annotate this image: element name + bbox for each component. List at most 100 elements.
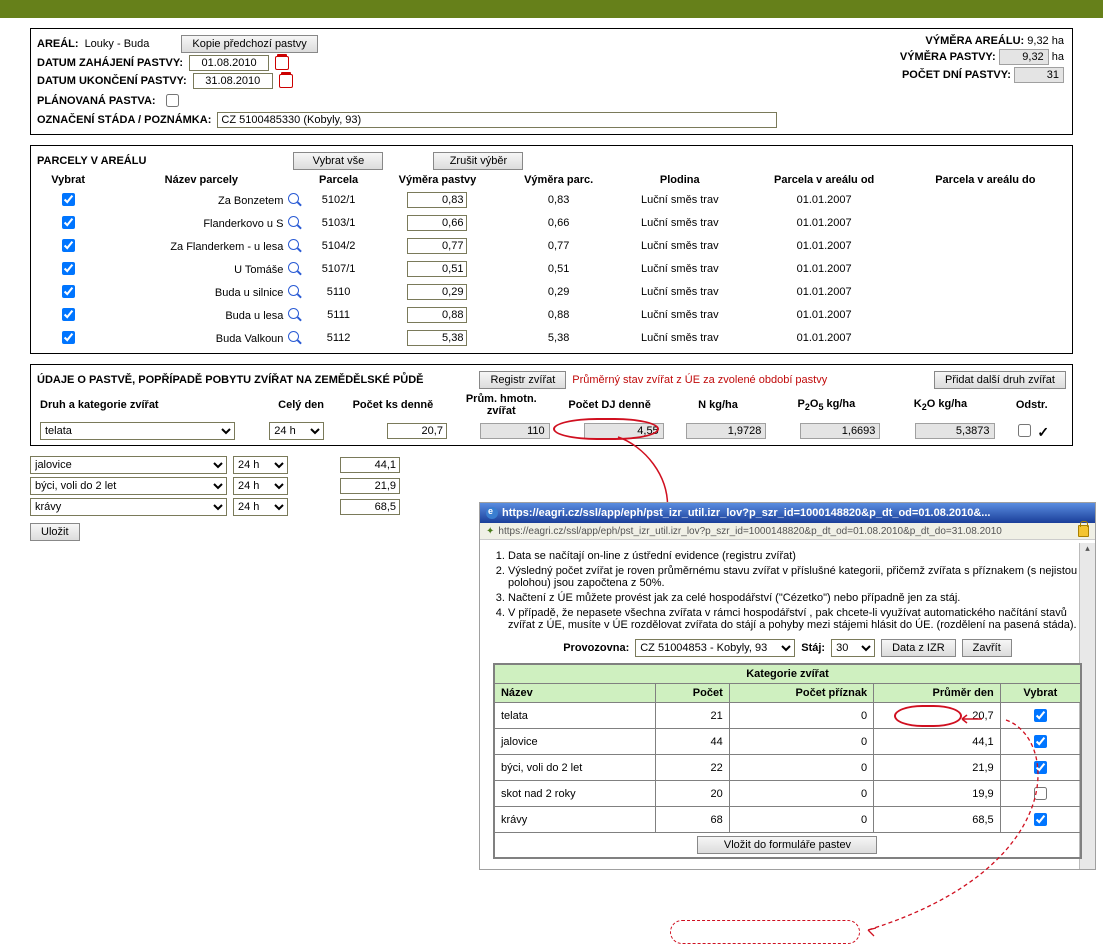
staj-select[interactable]: 30 [831,639,875,657]
zoom-icon[interactable] [288,262,299,273]
close-button[interactable]: Zavřít [962,639,1012,657]
col-vym-parc: Výměra parc. [501,172,616,188]
row-checkbox[interactable] [62,239,75,252]
kat-avg: 68,5 [874,807,1001,833]
dj-value: 4,55 [584,423,664,439]
select-all-button[interactable]: Vybrat vše [293,152,383,170]
zoom-icon[interactable] [288,285,299,296]
animal-row: býci, voli do 2 let 24 h [30,477,1073,495]
parcel-name: U Tomáše [234,264,283,276]
days-label: POČET DNÍ PASTVY: [902,69,1011,81]
count-input[interactable] [340,478,400,494]
col-vybrat: Vybrat [37,172,99,188]
parcel-number: 5102/1 [303,188,373,211]
col-p: P2O5 kg/ha [769,391,883,419]
col-dj: Počet DJ denně [553,391,667,419]
row-checkbox[interactable] [62,262,75,275]
calendar-icon[interactable] [275,56,289,70]
save-button[interactable]: Uložit [30,523,80,541]
zoom-icon[interactable] [288,239,299,250]
row-checkbox[interactable] [62,331,75,344]
parcel-area: 0,77 [501,234,616,257]
remove-checkbox[interactable] [1018,424,1031,437]
clear-selection-button[interactable]: Zrušit výběr [433,152,523,170]
kat-avg: 44,1 [874,729,1001,755]
pasture-area-input[interactable] [407,261,467,277]
kat-count: 22 [656,755,729,781]
prov-label: Provozovna: [563,642,629,654]
col-odstr: Odstr. [998,391,1067,419]
parcel-name: Buda u silnice [215,287,284,299]
date-start-input[interactable] [189,55,269,71]
kat-name: telata [494,703,656,729]
pasture-area-input[interactable] [407,215,467,231]
prov-select[interactable]: CZ 51004853 - Kobyly, 93 [635,639,795,657]
zoom-icon[interactable] [288,216,299,227]
pasture-area-input[interactable] [407,238,467,254]
kategorie-row: býci, voli do 2 let22021,9 [494,755,1081,781]
from-date: 01.01.2007 [744,303,905,326]
col-n: N kg/ha [667,391,770,419]
planned-checkbox[interactable] [166,94,179,107]
species-select[interactable]: krávy [30,498,227,516]
register-button[interactable]: Registr zvířat [479,371,566,389]
species-select[interactable]: telata [40,422,235,440]
kat-col-pocet: Počet [656,684,729,703]
row-checkbox[interactable] [62,193,75,206]
pasture-area-input[interactable] [407,284,467,300]
parcel-name: Flanderkovo u S [203,218,283,230]
row-checkbox[interactable] [62,216,75,229]
parcel-number: 5107/1 [303,257,373,280]
kat-avg: 21,9 [874,755,1001,781]
kat-checkbox[interactable] [1034,735,1047,748]
pasture-area-input[interactable] [407,330,467,346]
date-start-label: DATUM ZAHÁJENÍ PASTVY: [37,57,183,69]
species-select[interactable]: býci, voli do 2 let [30,477,227,495]
kategorie-row: jalovice44044,1 [494,729,1081,755]
animals-panel: ÚDAJE O PASTVĚ, POPŘÍPADĚ POBYTU ZVÍŘAT … [30,364,1073,446]
count-input[interactable] [340,499,400,515]
herd-label: OZNAČENÍ STÁDA / POZNÁMKA: [37,114,211,126]
from-date: 01.01.2007 [744,326,905,349]
hours-select[interactable]: 24 h [233,498,288,516]
kat-name: krávy [494,807,656,833]
crop: Luční směs trav [616,188,744,211]
kat-checkbox[interactable] [1034,761,1047,774]
kat-flag: 0 [729,781,873,807]
to-date [905,280,1066,303]
table-row: U Tomáše 5107/10,51Luční směs trav01.01.… [37,257,1066,280]
parcel-name: Za Bonzetem [218,195,283,207]
row-checkbox[interactable] [62,285,75,298]
calendar-icon[interactable] [279,74,293,88]
days-value: 31 [1014,67,1064,83]
count-input[interactable] [387,423,447,439]
data-izr-button[interactable]: Data z IZR [881,639,956,657]
kategorie-row: krávy68068,5 [494,807,1081,833]
kat-checkbox[interactable] [1034,813,1047,826]
kat-count: 44 [656,729,729,755]
popup-url: https://eagri.cz/ssl/app/eph/pst_izr_uti… [498,526,1074,537]
kat-checkbox[interactable] [1034,709,1047,722]
zoom-icon[interactable] [288,193,299,204]
zoom-icon[interactable] [288,331,299,342]
add-animal-button[interactable]: Přidat další druh zvířat [934,371,1066,389]
pasture-area-input[interactable] [407,307,467,323]
count-input[interactable] [340,457,400,473]
popup-titlebar[interactable]: https://eagri.cz/ssl/app/eph/pst_izr_uti… [480,503,1095,523]
k-value: 5,3873 [915,423,995,439]
hours-select[interactable]: 24 h [269,422,324,440]
kat-checkbox[interactable] [1034,787,1047,800]
to-date [905,188,1066,211]
hours-select[interactable]: 24 h [233,477,288,495]
kat-name: jalovice [494,729,656,755]
date-end-input[interactable] [193,73,273,89]
herd-input[interactable] [217,112,777,128]
hours-select[interactable]: 24 h [233,456,288,474]
insert-form-button[interactable]: Vložit do formuláře pastev [697,836,877,854]
popup-body: Data se načítají on-line z ústřední evid… [480,540,1095,869]
species-select[interactable]: jalovice [30,456,227,474]
zoom-icon[interactable] [288,308,299,319]
row-checkbox[interactable] [62,308,75,321]
pasture-area-input[interactable] [407,192,467,208]
copy-prev-button[interactable]: Kopie předchozí pastvy [181,35,317,53]
